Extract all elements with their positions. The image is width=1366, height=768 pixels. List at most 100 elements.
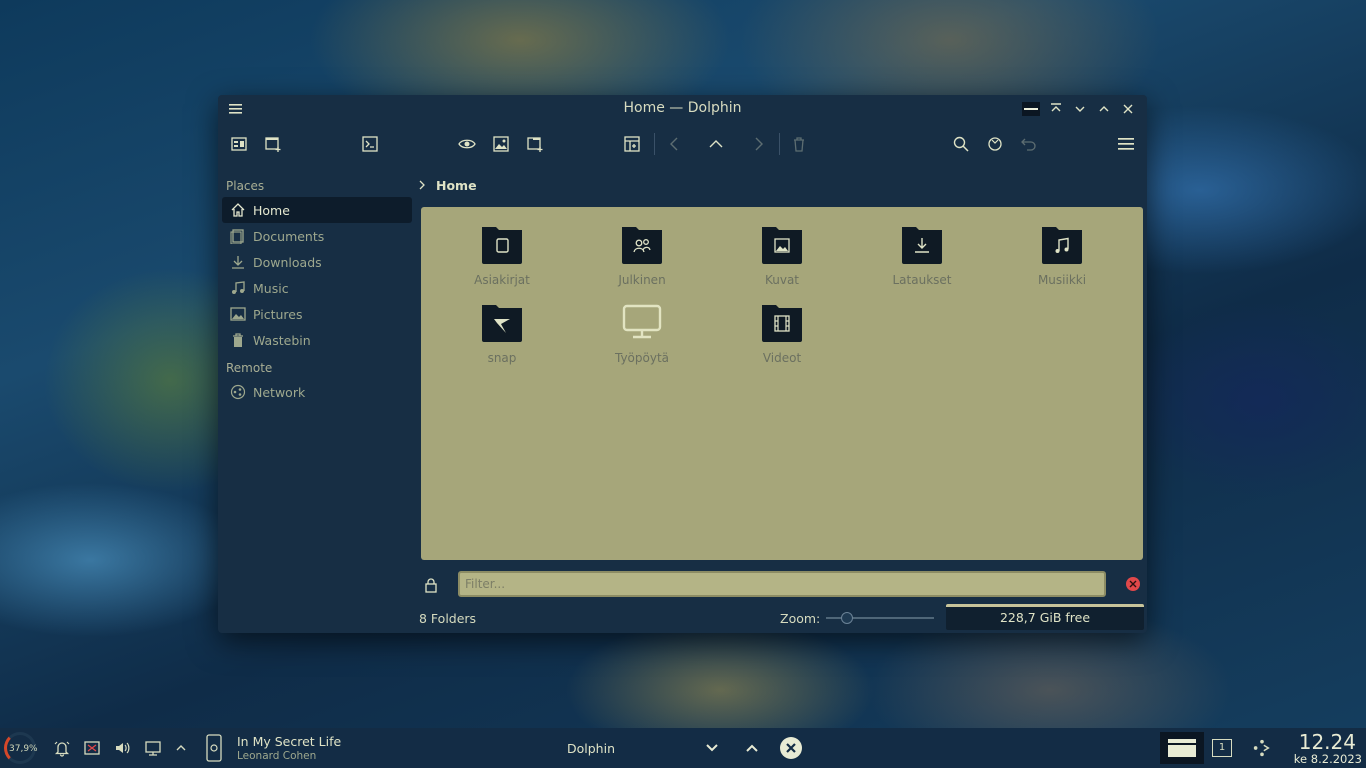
show-desktop-icon[interactable]: [1160, 732, 1204, 764]
folder-label: snap: [487, 351, 517, 365]
task-dolphin[interactable]: Dolphin: [567, 741, 615, 756]
snap-folder-icon: [479, 299, 525, 345]
breadcrumb-current[interactable]: Home: [436, 178, 477, 193]
panels-icon[interactable]: [621, 133, 643, 155]
documents-icon: [230, 229, 244, 244]
chevron-right-icon[interactable]: [418, 180, 426, 190]
home-icon: [231, 203, 245, 217]
clock-date: ke 8.2.2023: [1293, 752, 1362, 766]
media-artist: Leonard Cohen: [237, 750, 317, 762]
activities-icon[interactable]: [1252, 738, 1272, 758]
clock-time[interactable]: 12.24: [1299, 730, 1356, 754]
folder-item[interactable]: Lataukset: [872, 221, 972, 287]
places-section-title: Places: [226, 179, 265, 193]
search-icon[interactable]: [950, 133, 972, 155]
music-folder-icon: [1039, 221, 1085, 267]
hamburger-menu-icon[interactable]: [1115, 133, 1137, 155]
pictures-folder-icon: [759, 221, 805, 267]
media-player-icon[interactable]: [204, 734, 224, 762]
trash-icon: [233, 333, 243, 347]
shade-icon[interactable]: [1021, 99, 1041, 119]
remote-section-title: Remote: [226, 361, 273, 375]
virtual-desktop-pager[interactable]: 1: [1212, 738, 1232, 758]
zoom-slider-handle[interactable]: [841, 612, 853, 624]
folder-label: Asiakirjat: [474, 273, 530, 287]
chevron-up-icon[interactable]: [171, 738, 191, 758]
reload-icon[interactable]: [984, 133, 1006, 155]
back-icon[interactable]: [664, 133, 686, 155]
places-panel: Places Home Documents Downloads Music Pi…: [222, 175, 412, 405]
network-status-icon[interactable]: [82, 738, 102, 758]
lock-icon[interactable]: [423, 577, 439, 593]
videos-folder-icon: [759, 299, 805, 345]
sidebar-item-wastebin[interactable]: Wastebin: [222, 327, 412, 353]
folder-item[interactable]: Kuvat: [732, 221, 832, 287]
sidebar-item-home[interactable]: Home: [222, 197, 412, 223]
pictures-icon: [230, 307, 246, 321]
taskbar: 37,9% In My Secret Life Leonard Cohen Do…: [0, 728, 1366, 768]
up-icon[interactable]: [705, 133, 727, 155]
chevron-up-icon[interactable]: [742, 738, 762, 758]
keep-above-icon[interactable]: [1046, 99, 1066, 119]
cpu-load-value: 37,9%: [9, 744, 38, 754]
clear-filter-icon[interactable]: [1126, 577, 1140, 591]
close-task-icon[interactable]: [779, 736, 803, 760]
sidebar-item-downloads[interactable]: Downloads: [222, 249, 412, 275]
minimize-icon[interactable]: [1070, 99, 1090, 119]
volume-icon[interactable]: [112, 738, 132, 758]
media-title[interactable]: In My Secret Life: [237, 734, 341, 749]
forward-icon[interactable]: [747, 133, 769, 155]
sidebar-item-documents[interactable]: Documents: [222, 223, 412, 249]
desktop-folder-icon: [619, 299, 665, 345]
sidebar-item-network[interactable]: Network: [222, 379, 412, 405]
folder-item[interactable]: Julkinen: [592, 221, 692, 287]
folder-count: 8 Folders: [419, 611, 477, 626]
dolphin-window: Home — Dolphin Places Home Documents Dow…: [218, 95, 1147, 633]
maximize-icon[interactable]: [1094, 99, 1114, 119]
breadcrumb: Home: [418, 176, 477, 194]
sidebar-item-label: Pictures: [253, 306, 303, 322]
free-space-indicator[interactable]: 228,7 GiB free: [946, 604, 1144, 630]
folder-item[interactable]: Työpöytä: [592, 299, 692, 365]
folder-item[interactable]: Videot: [732, 299, 832, 365]
toolbar-separator: [654, 133, 655, 155]
folder-label: Työpöytä: [614, 351, 670, 365]
new-window-icon[interactable]: [262, 133, 284, 155]
sidebar-item-pictures[interactable]: Pictures: [222, 301, 412, 327]
zoom-label: Zoom:: [780, 611, 821, 626]
zoom-slider[interactable]: [826, 612, 934, 624]
chevron-down-icon[interactable]: [702, 738, 722, 758]
toolbar: [218, 129, 1147, 159]
display-icon[interactable]: [143, 738, 163, 758]
new-tab-icon[interactable]: [524, 133, 546, 155]
desktop-number: 1: [1212, 739, 1232, 757]
folder-label: Kuvat: [764, 273, 800, 287]
terminal-icon[interactable]: [359, 133, 381, 155]
folder-label: Musiikki: [1037, 273, 1087, 287]
network-icon: [230, 384, 246, 400]
folder-label: Julkinen: [618, 273, 666, 287]
sidebar-item-label: Music: [253, 280, 289, 296]
close-icon[interactable]: [1118, 99, 1138, 119]
folder-item[interactable]: snap: [452, 299, 552, 365]
sidebar-item-label: Wastebin: [253, 332, 311, 348]
preview-icon[interactable]: [456, 133, 478, 155]
music-icon: [232, 281, 245, 294]
folder-label: Lataukset: [892, 273, 952, 287]
sidebar-item-music[interactable]: Music: [222, 275, 412, 301]
folder-item[interactable]: Asiakirjat: [452, 221, 552, 287]
filter-input[interactable]: [458, 571, 1106, 597]
folder-label: Videot: [762, 351, 802, 365]
notifications-icon[interactable]: [52, 738, 72, 758]
sidebar-item-label: Home: [253, 202, 290, 218]
delete-icon[interactable]: [788, 133, 810, 155]
toolbar-separator: [779, 133, 780, 155]
file-view[interactable]: Asiakirjat Julkinen Kuvat Lataukset Musi…: [421, 207, 1143, 560]
titlebar[interactable]: Home — Dolphin: [218, 95, 1147, 123]
cpu-load-widget[interactable]: 37,9%: [4, 732, 38, 764]
folder-item[interactable]: Musiikki: [1012, 221, 1112, 287]
sidebar-item-label: Documents: [253, 228, 325, 244]
undo-icon[interactable]: [1018, 133, 1040, 155]
image-icon[interactable]: [490, 133, 512, 155]
split-view-icon[interactable]: [228, 133, 250, 155]
